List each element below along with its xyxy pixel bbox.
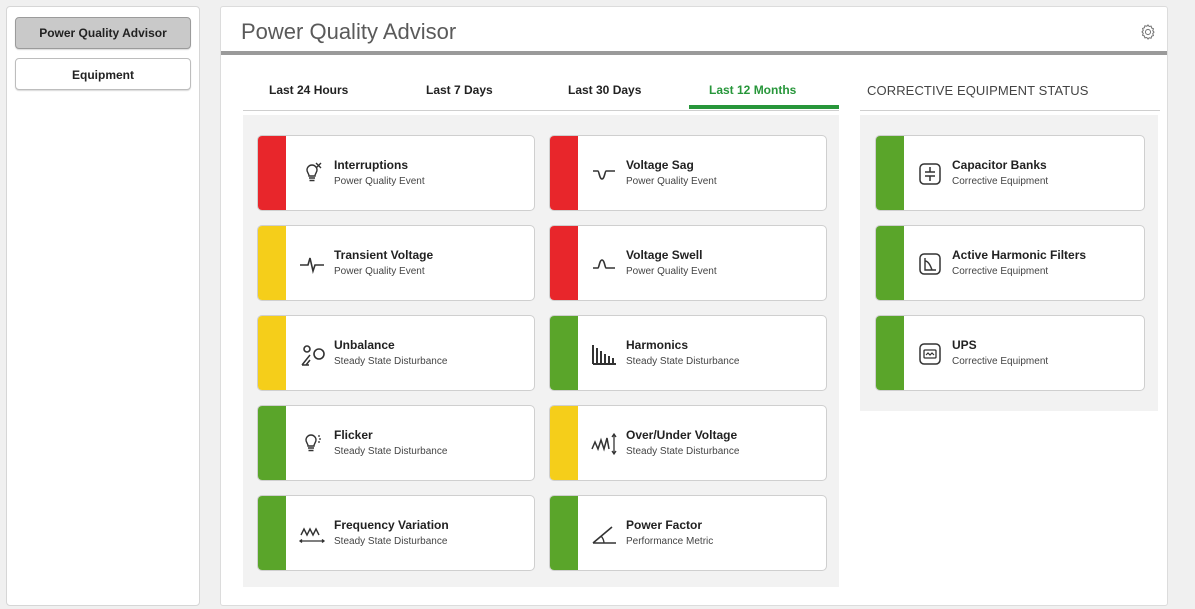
card-transient-voltage[interactable]: Transient Voltage Power Quality Event — [257, 225, 535, 301]
flicker-bulb-icon — [305, 434, 321, 452]
corrective-equipment-grid: Capacitor Banks Corrective Equipment Act… — [860, 115, 1158, 411]
card-title: Over/Under Voltage — [626, 428, 738, 442]
active-tab-indicator — [689, 105, 839, 109]
card-title: Active Harmonic Filters — [952, 248, 1087, 262]
card-harmonics[interactable]: Harmonics Steady State Disturbance — [549, 315, 827, 391]
card-title: Transient Voltage — [334, 248, 434, 262]
status-indicator — [876, 316, 904, 390]
card-voltage-swell[interactable]: Voltage Swell Power Quality Event — [549, 225, 827, 301]
status-indicator — [550, 136, 578, 210]
page-title: Power Quality Advisor — [241, 19, 457, 44]
voltage-sag-icon — [593, 170, 615, 180]
status-indicator — [258, 136, 286, 210]
card-category: Steady State Disturbance — [334, 536, 448, 547]
over-under-voltage-icon — [591, 432, 617, 456]
card-unbalance[interactable]: Unbalance Steady State Disturbance — [257, 315, 535, 391]
tab-last-30-days[interactable]: Last 30 Days — [568, 83, 641, 97]
status-indicator — [258, 316, 286, 390]
sidebar-item-equipment[interactable]: Equipment — [15, 58, 191, 90]
card-category: Corrective Equipment — [952, 176, 1049, 187]
harmonics-icon — [592, 345, 616, 365]
card-title: Capacitor Banks — [952, 158, 1047, 172]
status-indicator — [258, 226, 286, 300]
bulb-off-icon — [306, 162, 322, 182]
divider — [860, 110, 1160, 111]
corrective-section-title: CORRECTIVE EQUIPMENT STATUS — [867, 83, 1089, 98]
card-category: Power Quality Event — [334, 176, 425, 187]
status-indicator — [876, 226, 904, 300]
status-indicator — [550, 226, 578, 300]
card-title: Frequency Variation — [334, 518, 449, 532]
card-title: Voltage Sag — [626, 158, 694, 172]
card-category: Steady State Disturbance — [334, 356, 448, 367]
card-active-harmonic-filters[interactable]: Active Harmonic Filters Corrective Equip… — [875, 225, 1145, 301]
frequency-icon — [298, 527, 326, 544]
card-category: Corrective Equipment — [952, 356, 1049, 367]
main-panel: Power Quality Advisor Last 24 Hours Last… — [220, 6, 1168, 606]
header: Power Quality Advisor — [221, 7, 1167, 55]
card-category: Steady State Disturbance — [626, 356, 740, 367]
status-indicator — [258, 496, 286, 570]
power-quality-grid: Interruptions Power Quality Event Voltag… — [243, 115, 839, 587]
transient-icon — [300, 257, 324, 274]
ups-icon — [919, 343, 941, 365]
status-indicator — [550, 316, 578, 390]
tab-last-12-months[interactable]: Last 12 Months — [709, 83, 796, 97]
card-title: Power Factor — [626, 518, 703, 532]
card-title: Interruptions — [334, 158, 408, 172]
sidebar: Power Quality Advisor Equipment — [6, 6, 200, 606]
card-capacitor-banks[interactable]: Capacitor Banks Corrective Equipment — [875, 135, 1145, 211]
card-interruptions[interactable]: Interruptions Power Quality Event — [257, 135, 535, 211]
status-indicator — [550, 496, 578, 570]
card-flicker[interactable]: Flicker Steady State Disturbance — [257, 405, 535, 481]
filter-icon — [919, 253, 941, 275]
tab-last-7-days[interactable]: Last 7 Days — [426, 83, 493, 97]
card-title: Voltage Swell — [626, 248, 703, 262]
card-category: Power Quality Event — [626, 176, 717, 187]
status-indicator — [876, 136, 904, 210]
unbalance-icon — [301, 345, 325, 366]
card-over-under-voltage[interactable]: Over/Under Voltage Steady State Disturba… — [549, 405, 827, 481]
tab-last-24-hours[interactable]: Last 24 Hours — [269, 83, 348, 97]
card-title: UPS — [952, 338, 977, 352]
sidebar-item-power-quality-advisor[interactable]: Power Quality Advisor — [15, 17, 191, 49]
gear-icon[interactable] — [1139, 23, 1157, 41]
card-category: Performance Metric — [626, 536, 714, 547]
card-voltage-sag[interactable]: Voltage Sag Power Quality Event — [549, 135, 827, 211]
voltage-swell-icon — [593, 259, 615, 269]
time-range-tabs: Last 24 Hours Last 7 Days Last 30 Days L… — [243, 75, 839, 111]
card-frequency-variation[interactable]: Frequency Variation Steady State Disturb… — [257, 495, 535, 571]
status-indicator — [258, 406, 286, 480]
card-category: Steady State Disturbance — [626, 446, 740, 457]
card-power-factor[interactable]: Power Factor Performance Metric — [549, 495, 827, 571]
card-title: Flicker — [334, 428, 373, 442]
card-title: Harmonics — [626, 338, 689, 352]
card-category: Power Quality Event — [334, 266, 425, 277]
card-ups[interactable]: UPS Corrective Equipment — [875, 315, 1145, 391]
card-category: Steady State Disturbance — [334, 446, 448, 457]
card-category: Power Quality Event — [626, 266, 717, 277]
angle-icon — [592, 526, 616, 544]
capacitor-icon — [919, 163, 941, 185]
status-indicator — [550, 406, 578, 480]
card-category: Corrective Equipment — [952, 266, 1049, 277]
card-title: Unbalance — [334, 338, 395, 352]
